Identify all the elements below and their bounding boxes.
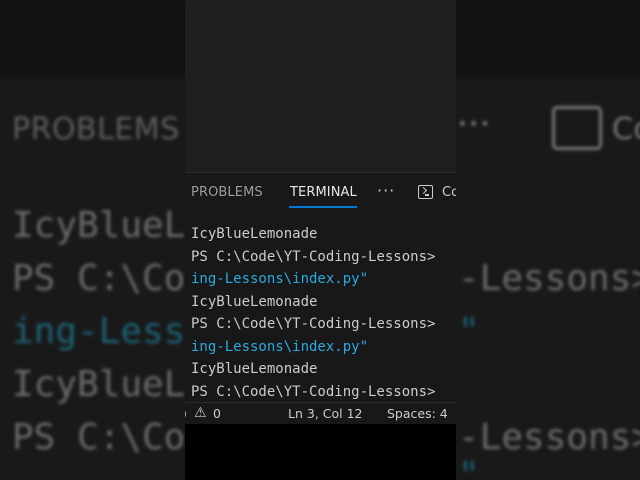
bg-panel-tabs: PROBLEMS ··· Co (12, 104, 640, 150)
tab-problems[interactable]: PROBLEMS (191, 185, 263, 200)
bg-line: IcyBlueL (12, 205, 186, 246)
terminal-line-prompt: PS C:\Code\YT-Coding-Lessons> (191, 248, 436, 265)
panel-tab-bar: PROBLEMS TERMINAL ··· Co (185, 173, 456, 213)
status-bar: ) ⚠ 0 Ln 3, Col 12 Spaces: 4 (185, 402, 456, 425)
bg-line: PS C:\Co (12, 258, 186, 299)
terminal-name-label[interactable]: Co (442, 185, 456, 200)
terminal-line-output: IcyBlueLemonade (191, 361, 318, 377)
terminal-output[interactable]: IcyBlueLemonade PS C:\Code\YT-Coding-Less… (191, 223, 456, 403)
warning-icon[interactable]: ⚠ (194, 405, 207, 421)
bg-more-icon: ··· (457, 104, 491, 144)
bg-line-right: -Lessons> (458, 258, 640, 299)
terminal-panel: PROBLEMS TERMINAL ··· Co IcyBlueLemonade… (185, 172, 456, 403)
terminal-line-path: ing-Lessons\index.py" (191, 338, 369, 355)
editor-area[interactable] (185, 0, 456, 172)
terminal-line-output: IcyBlueLemonade (191, 226, 318, 242)
more-actions-icon[interactable]: ··· (377, 181, 395, 200)
status-edge-text: ) (185, 406, 187, 421)
terminal-line-output: IcyBlueLemonade (191, 293, 318, 310)
bg-line-right: -Lessons> (458, 417, 640, 458)
vscode-window: PROBLEMS TERMINAL ··· Co IcyBlueLemonade… (185, 0, 456, 480)
bg-line: PS C:\Co (12, 417, 186, 458)
terminal-line-prompt: PS C:\Code\YT-Coding-Lessons> (191, 316, 436, 332)
bg-line-right: " (458, 455, 480, 480)
tab-terminal[interactable]: TERMINAL (290, 185, 357, 200)
terminal-line-path: ing-Lessons\index.py" (191, 271, 369, 287)
bg-line-right: " (458, 311, 480, 352)
bg-terminal-icon (552, 106, 602, 150)
indentation-setting[interactable]: Spaces: 4 (387, 406, 448, 421)
bg-problems-label: PROBLEMS (12, 112, 180, 147)
bg-line: IcyBlueL (12, 364, 186, 405)
cursor-position[interactable]: Ln 3, Col 12 (288, 406, 363, 421)
frame-bottom-bar (185, 424, 456, 480)
terminal-line-prompt: PS C:\Code\YT-Coding-Lessons> (191, 383, 436, 400)
warning-count[interactable]: 0 (213, 406, 221, 421)
bg-line: ing-Less (12, 311, 186, 352)
active-tab-indicator (289, 206, 357, 208)
terminal-icon[interactable] (418, 185, 433, 199)
bg-cut-label: Co (612, 112, 640, 147)
